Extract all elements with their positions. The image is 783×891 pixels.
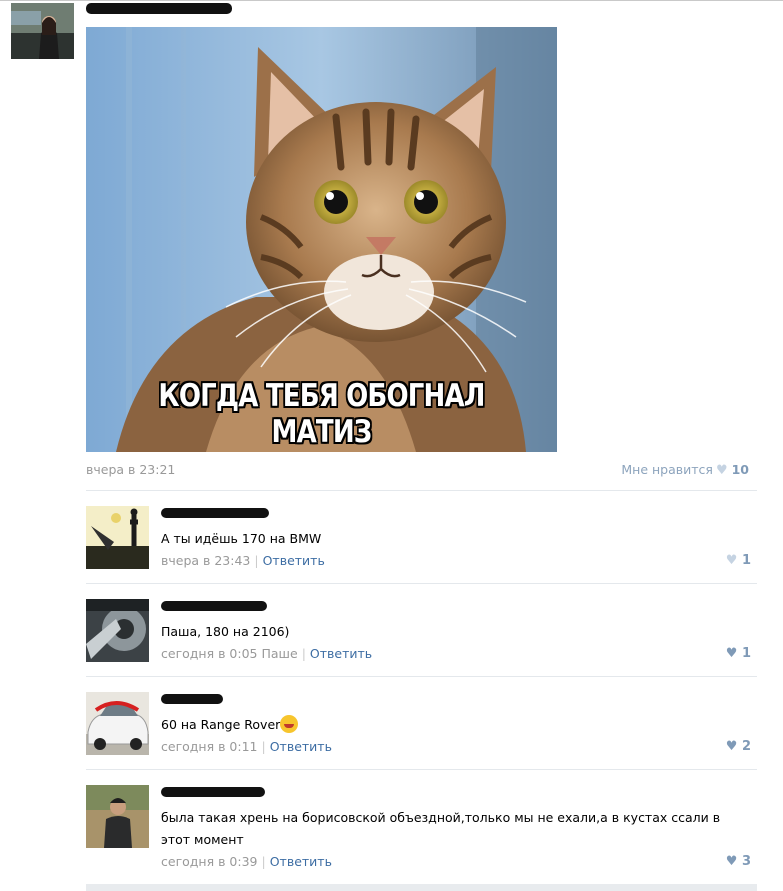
comment-text: была такая хрень на борисовской объездно… [161, 810, 721, 847]
reply-button[interactable]: Ответить [270, 854, 332, 869]
separator: | [254, 553, 259, 568]
comment-timestamp[interactable]: сегодня в 0:05 [161, 646, 258, 661]
comment-author-avatar[interactable] [86, 599, 149, 662]
comment-like-button[interactable]: ♥ 2 [723, 739, 751, 754]
separator: | [301, 646, 306, 661]
comment-meta: сегодня в 0:05 Паше | Ответить [161, 646, 372, 661]
reply-button[interactable]: Ответить [270, 739, 332, 754]
separator: | [261, 854, 266, 869]
comment-like-count: 2 [741, 739, 751, 754]
comment-like-count: 3 [741, 854, 751, 869]
comment-meta: сегодня в 0:39 | Ответить [161, 854, 332, 869]
comment-timestamp[interactable]: сегодня в 0:39 [161, 854, 258, 869]
comment-item: А ты идёшь 170 на BMW вчера в 23:43 | Отве… [86, 506, 757, 574]
comment-author-avatar[interactable] [86, 506, 149, 569]
post-timestamp[interactable]: вчера в 23:21 [86, 462, 175, 477]
comment-author-name-redacted[interactable] [161, 694, 223, 704]
comment-meta: вчера в 23:43 | Ответить [161, 553, 325, 568]
divider [86, 676, 757, 677]
reply-to-name[interactable]: Паше [261, 646, 297, 661]
post-like-button[interactable]: Мне нравится ♥ 10 [621, 462, 749, 478]
comment-author-avatar[interactable] [86, 692, 149, 755]
comment-author-name-redacted[interactable] [161, 787, 265, 797]
divider [86, 490, 757, 491]
post-author-name-redacted[interactable] [86, 3, 232, 14]
comment-like-button[interactable]: ♥ 1 [723, 646, 751, 661]
post-like-label: Мне нравится [621, 462, 713, 477]
heart-icon: ♥ [725, 553, 738, 568]
comment-author-avatar[interactable] [86, 785, 149, 848]
heart-icon: ♥ [715, 463, 728, 478]
comment-input-area[interactable] [86, 884, 757, 891]
post-photo[interactable]: КОГДА ТЕБЯ ОБОГНАЛ МАТИЗ [86, 27, 557, 452]
top-border [0, 0, 783, 1]
reply-button[interactable]: Ответить [310, 646, 372, 661]
post-author-avatar[interactable] [11, 3, 74, 59]
separator: | [261, 739, 266, 754]
comment-text: Паша, 180 на 2106) [161, 624, 290, 639]
comment-like-count: 1 [741, 646, 751, 661]
heart-icon: ♥ [725, 854, 738, 869]
comment-text-content: 60 на Range Rover [161, 717, 281, 732]
reply-button[interactable]: Ответить [263, 553, 325, 568]
comment-like-count: 1 [741, 553, 751, 568]
comment-item: была такая хрень на борисовской объездно… [86, 785, 757, 875]
divider [86, 769, 757, 770]
post-like-count: 10 [731, 462, 749, 477]
comment-author-name-redacted[interactable] [161, 508, 269, 518]
comment-like-button[interactable]: ♥ 1 [723, 553, 751, 568]
divider [86, 583, 757, 584]
comment-like-button[interactable]: ♥ 3 [723, 854, 751, 869]
comment-meta: сегодня в 0:11 | Ответить [161, 739, 332, 754]
comment-text: 60 на Range Rover [161, 714, 741, 736]
comment-item: Паша, 180 на 2106) сегодня в 0:05 Паше | О… [86, 599, 757, 667]
heart-icon: ♥ [725, 646, 738, 661]
comment-text: А ты идёшь 170 на BMW [161, 531, 322, 546]
heart-icon: ♥ [725, 739, 738, 754]
comment-author-name-redacted[interactable] [161, 601, 267, 611]
image-caption: КОГДА ТЕБЯ ОБОГНАЛ МАТИЗ [158, 378, 485, 450]
comment-item: 60 на Range Rover сегодня в 0:11 | Ответит… [86, 692, 757, 760]
comment-timestamp[interactable]: вчера в 23:43 [161, 553, 250, 568]
comment-timestamp[interactable]: сегодня в 0:11 [161, 739, 258, 754]
laughing-emoji-icon [280, 715, 299, 733]
